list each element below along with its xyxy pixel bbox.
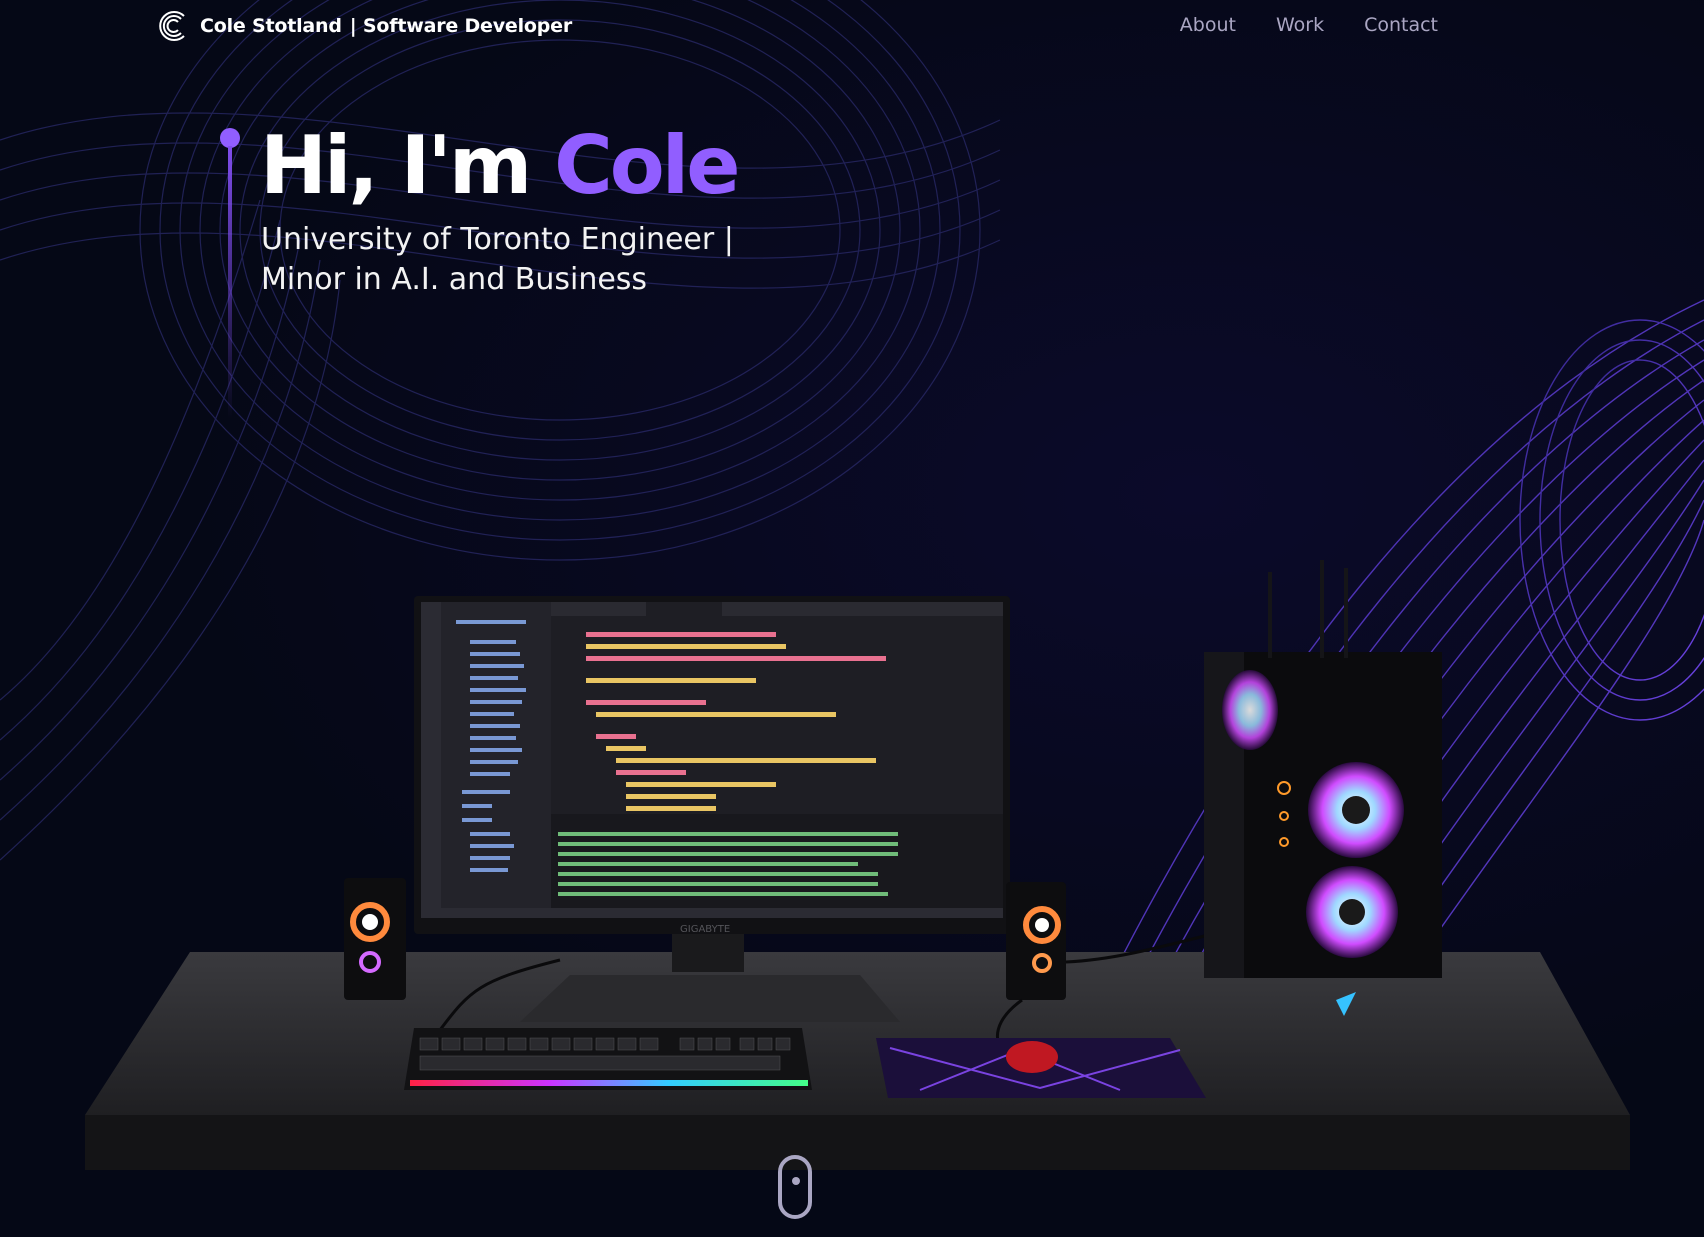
logo-home-link[interactable]: Cole Stotland | Software Developer <box>156 8 572 44</box>
nav-work-link[interactable]: Work <box>1276 14 1324 36</box>
portfolio-page: Cole Stotland | Software Developer About… <box>0 0 1704 1237</box>
pc-tower <box>1204 560 1442 1016</box>
hero-greeting: Hi, I'm <box>260 119 555 212</box>
brand-tagline: | Software Developer <box>349 15 573 37</box>
monitor: GIGABYTE <box>414 596 1010 935</box>
desktop-pc-3d-canvas[interactable]: GIGABYTE <box>0 560 1704 1180</box>
hero-subtitle: University of Toronto Engineer | Minor i… <box>261 220 781 300</box>
hero-name: Cole <box>554 119 740 212</box>
scroll-down-indicator[interactable] <box>778 1155 812 1219</box>
nav-about-link[interactable]: About <box>1180 14 1236 36</box>
hero-accent-dot <box>220 128 240 148</box>
hero-subtitle-line1: University of Toronto Engineer | <box>261 222 734 257</box>
brand-name: Cole Stotland <box>200 15 342 37</box>
keyboard <box>404 1028 812 1090</box>
scroll-indicator-ball <box>792 1177 800 1185</box>
monitor-brand-label: GIGABYTE <box>680 924 730 935</box>
hero-accent-line <box>220 128 240 418</box>
left-speaker <box>344 878 406 1000</box>
right-speaker <box>1006 882 1066 1000</box>
hero-title: Hi, I'm Cole <box>260 116 740 216</box>
nav-links: About Work Contact <box>1180 14 1438 36</box>
nav-contact-link[interactable]: Contact <box>1364 14 1438 36</box>
mousepad <box>876 1038 1206 1098</box>
navbar: Cole Stotland | Software Developer About… <box>0 0 1704 54</box>
hero-accent-bar <box>228 146 232 418</box>
hero-subtitle-line2: Minor in A.I. and Business <box>261 262 648 297</box>
logo-c-icon <box>159 11 185 41</box>
mouse <box>1006 1041 1058 1073</box>
